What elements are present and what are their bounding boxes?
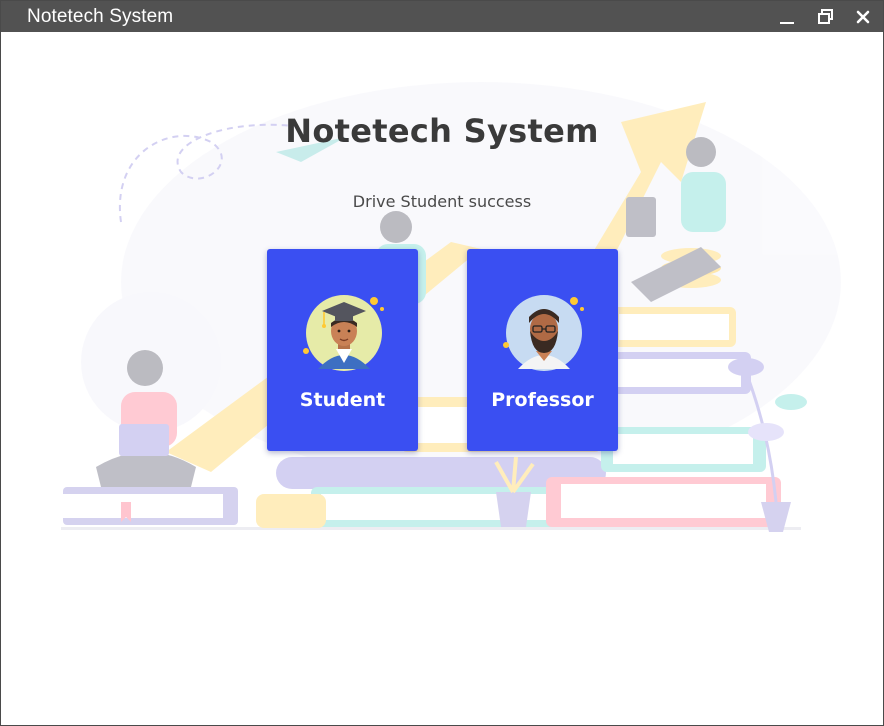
close-button[interactable] — [846, 1, 880, 32]
restore-icon — [818, 8, 833, 24]
title-bar[interactable]: Notetech System — [1, 1, 883, 32]
app-window: Notetech System Notetech System Drive St… — [0, 0, 884, 726]
professor-label: Professor — [491, 389, 594, 411]
professor-login-card[interactable]: Professor — [467, 249, 618, 451]
window-title: Notetech System — [27, 6, 174, 27]
student-label: Student — [299, 389, 386, 411]
minimize-icon — [780, 21, 794, 24]
main-content: Notetech System Drive Student success St… — [1, 32, 883, 725]
page-subtitle: Drive Student success — [352, 192, 532, 211]
restore-button[interactable] — [809, 1, 843, 32]
student-avatar-icon — [303, 295, 384, 371]
close-icon — [856, 10, 870, 23]
page-title: Notetech System — [285, 112, 599, 150]
student-login-card[interactable]: Student — [267, 249, 418, 451]
professor-avatar-icon — [503, 295, 584, 371]
minimize-button[interactable] — [770, 1, 804, 32]
